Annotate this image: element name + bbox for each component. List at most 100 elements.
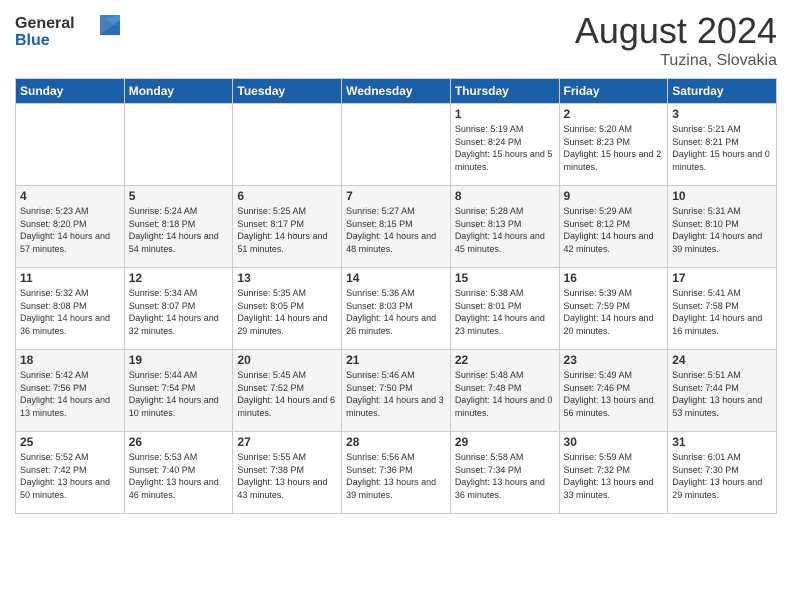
day-number: 9 [564, 189, 664, 203]
day-number: 13 [237, 271, 337, 285]
day-number: 7 [346, 189, 446, 203]
day-info: Sunrise: 5:27 AM Sunset: 8:15 PM Dayligh… [346, 205, 446, 255]
day-number: 22 [455, 353, 555, 367]
calendar-cell: 20Sunrise: 5:45 AM Sunset: 7:52 PM Dayli… [233, 350, 342, 432]
day-number: 30 [564, 435, 664, 449]
calendar-cell: 3Sunrise: 5:21 AM Sunset: 8:21 PM Daylig… [668, 104, 777, 186]
day-info: Sunrise: 6:01 AM Sunset: 7:30 PM Dayligh… [672, 451, 772, 501]
calendar-cell: 15Sunrise: 5:38 AM Sunset: 8:01 PM Dayli… [450, 268, 559, 350]
calendar-cell: 26 Sunrise: 5:53 AM Sunset: 7:40 PM Dayli… [124, 432, 233, 514]
day-number: 5 [129, 189, 229, 203]
calendar-cell: 11Sunrise: 5:32 AM Sunset: 8:08 PM Dayli… [16, 268, 125, 350]
calendar-cell: 2 Sunrise: 5:20 AM Sunset: 8:23 PM Daylig… [559, 104, 668, 186]
svg-text:Blue: Blue [15, 32, 50, 49]
weekday-header-row: SundayMondayTuesdayWednesdayThursdayFrid… [16, 79, 777, 104]
calendar-week-4: 18Sunrise: 5:42 AM Sunset: 7:56 PM Dayli… [16, 350, 777, 432]
day-info: Sunrise: 5:39 AM Sunset: 7:59 PM Dayligh… [564, 287, 664, 337]
calendar-week-5: 25Sunrise: 5:52 AM Sunset: 7:42 PM Dayli… [16, 432, 777, 514]
weekday-header-monday: Monday [124, 79, 233, 104]
day-number: 29 [455, 435, 555, 449]
weekday-header-saturday: Saturday [668, 79, 777, 104]
calendar-week-2: 4 Sunrise: 5:23 AM Sunset: 8:20 PM Daylig… [16, 186, 777, 268]
day-info: Sunrise: 5:45 AM Sunset: 7:52 PM Dayligh… [237, 369, 337, 419]
calendar-cell: 27Sunrise: 5:55 AM Sunset: 7:38 PM Dayli… [233, 432, 342, 514]
calendar-cell: 1Sunrise: 5:19 AM Sunset: 8:24 PM Daylig… [450, 104, 559, 186]
logo: General Blue [15, 10, 125, 55]
calendar-cell: 8 Sunrise: 5:28 AM Sunset: 8:13 PM Daylig… [450, 186, 559, 268]
day-number: 10 [672, 189, 772, 203]
title-block: August 2024 Tuzina, Slovakia [575, 10, 777, 70]
calendar-cell: 10 Sunrise: 5:31 AM Sunset: 8:10 PM Dayli… [668, 186, 777, 268]
calendar-cell: 7 Sunrise: 5:27 AM Sunset: 8:15 PM Daylig… [342, 186, 451, 268]
calendar-cell: 18Sunrise: 5:42 AM Sunset: 7:56 PM Dayli… [16, 350, 125, 432]
day-number: 19 [129, 353, 229, 367]
day-number: 2 [564, 107, 664, 121]
calendar-cell: 25Sunrise: 5:52 AM Sunset: 7:42 PM Dayli… [16, 432, 125, 514]
calendar-cell: 14 Sunrise: 5:36 AM Sunset: 8:03 PM Dayli… [342, 268, 451, 350]
weekday-header-friday: Friday [559, 79, 668, 104]
calendar-week-3: 11Sunrise: 5:32 AM Sunset: 8:08 PM Dayli… [16, 268, 777, 350]
logo-text: General Blue [15, 10, 125, 55]
calendar-cell: 24 Sunrise: 5:51 AM Sunset: 7:44 PM Dayli… [668, 350, 777, 432]
day-info: Sunrise: 5:20 AM Sunset: 8:23 PM Dayligh… [564, 123, 664, 173]
calendar-cell: 4 Sunrise: 5:23 AM Sunset: 8:20 PM Daylig… [16, 186, 125, 268]
day-info: Sunrise: 5:46 AM Sunset: 7:50 PM Dayligh… [346, 369, 446, 419]
calendar-cell: 13 Sunrise: 5:35 AM Sunset: 8:05 PM Dayli… [233, 268, 342, 350]
day-info: Sunrise: 5:23 AM Sunset: 8:20 PM Dayligh… [20, 205, 120, 255]
calendar-cell: 21 Sunrise: 5:46 AM Sunset: 7:50 PM Dayli… [342, 350, 451, 432]
day-info: Sunrise: 5:29 AM Sunset: 8:12 PM Dayligh… [564, 205, 664, 255]
day-info: Sunrise: 5:58 AM Sunset: 7:34 PM Dayligh… [455, 451, 555, 501]
day-number: 23 [564, 353, 664, 367]
day-number: 31 [672, 435, 772, 449]
day-info: Sunrise: 5:35 AM Sunset: 8:05 PM Dayligh… [237, 287, 337, 337]
day-number: 27 [237, 435, 337, 449]
day-info: Sunrise: 5:49 AM Sunset: 7:46 PM Dayligh… [564, 369, 664, 419]
day-number: 21 [346, 353, 446, 367]
day-number: 6 [237, 189, 337, 203]
month-year-title: August 2024 [575, 10, 777, 52]
weekday-header-wednesday: Wednesday [342, 79, 451, 104]
day-info: Sunrise: 5:31 AM Sunset: 8:10 PM Dayligh… [672, 205, 772, 255]
calendar-cell: 16 Sunrise: 5:39 AM Sunset: 7:59 PM Dayli… [559, 268, 668, 350]
day-info: Sunrise: 5:24 AM Sunset: 8:18 PM Dayligh… [129, 205, 229, 255]
day-info: Sunrise: 5:41 AM Sunset: 7:58 PM Dayligh… [672, 287, 772, 337]
day-info: Sunrise: 5:25 AM Sunset: 8:17 PM Dayligh… [237, 205, 337, 255]
header: General Blue August 2024 Tuzina, Slovaki… [15, 10, 777, 70]
day-info: Sunrise: 5:42 AM Sunset: 7:56 PM Dayligh… [20, 369, 120, 419]
calendar-cell: 9 Sunrise: 5:29 AM Sunset: 8:12 PM Daylig… [559, 186, 668, 268]
day-info: Sunrise: 5:53 AM Sunset: 7:40 PM Dayligh… [129, 451, 229, 501]
calendar-cell: 31 Sunrise: 6:01 AM Sunset: 7:30 PM Dayli… [668, 432, 777, 514]
calendar-cell: 29 Sunrise: 5:58 AM Sunset: 7:34 PM Dayli… [450, 432, 559, 514]
weekday-header-sunday: Sunday [16, 79, 125, 104]
calendar-cell [233, 104, 342, 186]
svg-text:General: General [15, 15, 75, 32]
calendar-cell: 30 Sunrise: 5:59 AM Sunset: 7:32 PM Dayli… [559, 432, 668, 514]
day-number: 12 [129, 271, 229, 285]
calendar-cell [16, 104, 125, 186]
calendar-cell [342, 104, 451, 186]
day-info: Sunrise: 5:34 AM Sunset: 8:07 PM Dayligh… [129, 287, 229, 337]
day-info: Sunrise: 5:51 AM Sunset: 7:44 PM Dayligh… [672, 369, 772, 419]
day-number: 4 [20, 189, 120, 203]
calendar-week-1: 1Sunrise: 5:19 AM Sunset: 8:24 PM Daylig… [16, 104, 777, 186]
day-number: 11 [20, 271, 120, 285]
day-info: Sunrise: 5:36 AM Sunset: 8:03 PM Dayligh… [346, 287, 446, 337]
day-info: Sunrise: 5:59 AM Sunset: 7:32 PM Dayligh… [564, 451, 664, 501]
calendar-cell: 28Sunrise: 5:56 AM Sunset: 7:36 PM Dayli… [342, 432, 451, 514]
page: General Blue August 2024 Tuzina, Slovaki… [0, 0, 792, 612]
calendar-cell: 17Sunrise: 5:41 AM Sunset: 7:58 PM Dayli… [668, 268, 777, 350]
day-info: Sunrise: 5:28 AM Sunset: 8:13 PM Dayligh… [455, 205, 555, 255]
day-info: Sunrise: 5:21 AM Sunset: 8:21 PM Dayligh… [672, 123, 772, 173]
day-number: 26 [129, 435, 229, 449]
day-number: 24 [672, 353, 772, 367]
day-info: Sunrise: 5:38 AM Sunset: 8:01 PM Dayligh… [455, 287, 555, 337]
day-number: 16 [564, 271, 664, 285]
day-info: Sunrise: 5:48 AM Sunset: 7:48 PM Dayligh… [455, 369, 555, 419]
day-number: 14 [346, 271, 446, 285]
calendar-cell [124, 104, 233, 186]
calendar-cell: 5 Sunrise: 5:24 AM Sunset: 8:18 PM Daylig… [124, 186, 233, 268]
day-number: 8 [455, 189, 555, 203]
day-info: Sunrise: 5:56 AM Sunset: 7:36 PM Dayligh… [346, 451, 446, 501]
day-number: 25 [20, 435, 120, 449]
weekday-header-tuesday: Tuesday [233, 79, 342, 104]
